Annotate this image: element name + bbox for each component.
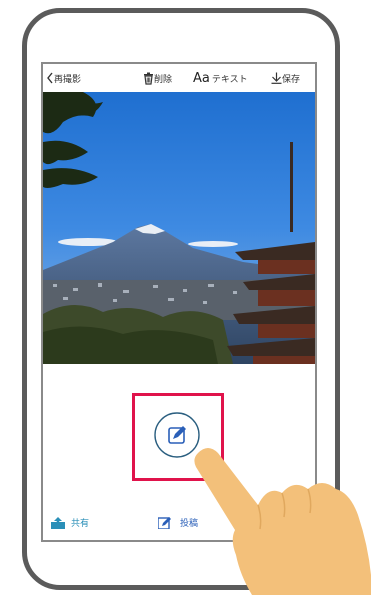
retake-label: 再撮影 [54,74,82,85]
text-label: テキスト [211,74,248,85]
top-toolbar: 再撮影 削除 Aa テキスト 保存 [43,64,315,92]
pointing-hand-illustration [194,448,371,595]
share-label: 共有 [71,519,90,529]
chevron-left-icon [47,72,53,84]
delete-button[interactable]: 削除 [143,72,172,85]
share-button[interactable]: 共有 [51,516,89,529]
download-icon [271,72,282,84]
save-button[interactable]: 保存 [271,72,300,85]
share-icon [51,516,65,529]
text-button[interactable]: Aa テキスト [193,71,248,86]
save-label: 保存 [282,74,301,85]
trash-icon [144,72,153,85]
captured-photo [43,92,315,364]
retake-button[interactable]: 再撮影 [46,72,81,85]
edit-icon [158,516,171,529]
delete-label: 削除 [154,74,173,85]
text-icon: Aa [193,70,210,86]
